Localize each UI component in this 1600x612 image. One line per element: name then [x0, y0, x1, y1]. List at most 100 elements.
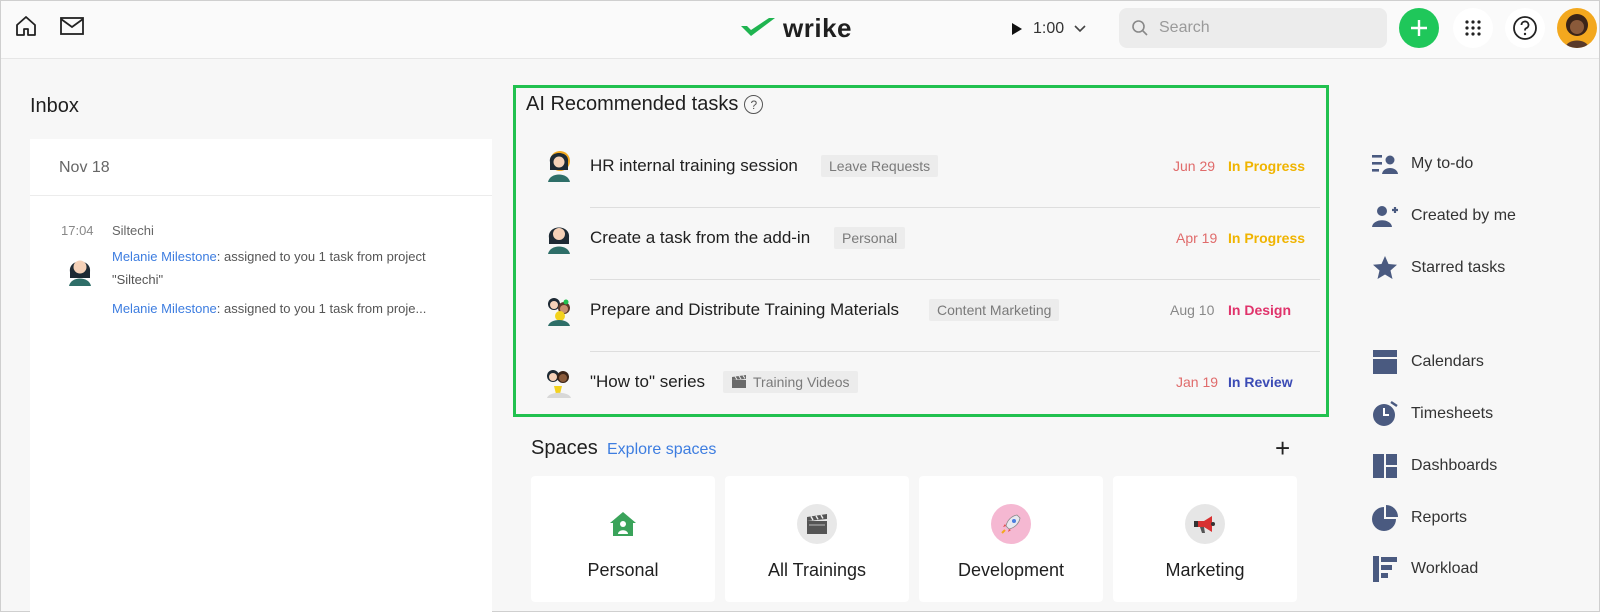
search-box[interactable]: [1119, 8, 1387, 48]
nav-label: Timesheets: [1411, 405, 1494, 422]
task-project-tag[interactable]: Training Videos: [723, 371, 858, 393]
top-bar: wrike 1:00: [1, 1, 1599, 59]
avatar-icon: [1565, 14, 1589, 48]
clapperboard-icon: [797, 504, 837, 544]
space-card-development[interactable]: Development: [919, 476, 1103, 602]
message-author-link[interactable]: Melanie Milestone: [112, 249, 217, 264]
question-icon[interactable]: ?: [744, 95, 764, 114]
person-avatar-icon: [69, 260, 91, 286]
spaces-title: Spaces: [531, 437, 598, 459]
wrike-check-icon: [741, 18, 775, 36]
task-name[interactable]: Create a task from the add-in: [590, 228, 810, 248]
task-project-label: Leave Requests: [829, 158, 931, 174]
person-avatar-icon: [548, 151, 570, 182]
home-icon[interactable]: [13, 13, 39, 39]
play-icon[interactable]: [1011, 22, 1023, 36]
logo-text: wrike: [783, 12, 852, 43]
message-line-2[interactable]: Melanie Milestone: assigned to you 1 tas…: [112, 297, 472, 320]
dashboard-icon: [1371, 452, 1399, 480]
help-button[interactable]: [1505, 8, 1545, 48]
task-status[interactable]: In Design: [1228, 302, 1291, 318]
nav-reports[interactable]: Reports: [1371, 503, 1467, 533]
message-time: 17:04: [61, 223, 94, 238]
inbox-date: Nov 18: [59, 159, 110, 176]
nav-timesheets[interactable]: Timesheets: [1371, 399, 1493, 429]
help-icon: [1513, 16, 1537, 40]
search-icon: [1132, 20, 1148, 36]
task-project-label: Training Videos: [753, 374, 850, 390]
inbox-title: Inbox: [30, 95, 79, 117]
search-input[interactable]: [1159, 19, 1369, 37]
user-avatar[interactable]: [1557, 8, 1597, 48]
wrike-logo[interactable]: wrike: [739, 13, 852, 43]
task-due-date: Jun 29: [1173, 158, 1216, 174]
explore-spaces-link[interactable]: Explore spaces: [607, 441, 716, 459]
apps-button[interactable]: [1453, 8, 1493, 48]
nav-label: Starred tasks: [1411, 259, 1506, 276]
nav-created-by-me[interactable]: Created by me: [1371, 201, 1516, 231]
assignee-avatar: [544, 364, 574, 398]
stopwatch-icon: [1371, 400, 1399, 428]
task-row[interactable]: "How to" series Training Videos Jan 19 I…: [544, 352, 1314, 424]
chevron-down-icon[interactable]: [1074, 25, 1086, 33]
task-name[interactable]: "How to" series: [590, 372, 705, 392]
task-status[interactable]: In Review: [1228, 374, 1293, 390]
space-label: Development: [957, 560, 1065, 580]
message-text: : assigned to you 1 task from project: [216, 249, 426, 264]
space-card-personal[interactable]: Personal: [531, 476, 715, 602]
task-status[interactable]: In Progress: [1228, 230, 1305, 246]
user-plus-icon: [1371, 202, 1399, 230]
task-project-label: Personal: [842, 230, 898, 246]
message-author-link[interactable]: Melanie Milestone: [112, 301, 217, 316]
group-avatar-icon: [548, 298, 570, 326]
space-label: Marketing: [1165, 560, 1245, 580]
task-row[interactable]: HR internal training session Leave Reque…: [544, 136, 1320, 208]
space-label: Personal: [587, 560, 659, 580]
message-text: : assigned to you 1 task from proje...: [216, 301, 427, 316]
divider: [30, 195, 492, 196]
timer-value: 1:00: [1033, 20, 1065, 37]
task-name[interactable]: Prepare and Distribute Training Material…: [590, 300, 899, 320]
task-row[interactable]: Create a task from the add-in Personal A…: [544, 208, 1320, 280]
timer[interactable]: 1:00: [1011, 17, 1086, 41]
nav-label: Reports: [1411, 509, 1468, 526]
task-project-tag[interactable]: Personal: [834, 227, 906, 249]
nav-dashboards[interactable]: Dashboards: [1371, 451, 1497, 481]
add-space-button[interactable]: +: [1275, 433, 1290, 464]
assignee-avatar: [544, 220, 574, 254]
message-project[interactable]: Siltechi: [112, 223, 154, 238]
nav-calendars[interactable]: Calendars: [1371, 347, 1484, 377]
space-card-all-trainings[interactable]: All Trainings: [725, 476, 909, 602]
message-line-1[interactable]: Melanie Milestone: assigned to you 1 tas…: [112, 245, 472, 291]
task-name[interactable]: HR internal training session: [590, 156, 798, 176]
task-project-tag[interactable]: Content Marketing: [929, 299, 1060, 321]
nav-starred-tasks[interactable]: Starred tasks: [1371, 253, 1505, 283]
mail-icon[interactable]: [59, 13, 85, 39]
grid-icon: [1465, 20, 1481, 36]
task-status[interactable]: In Progress: [1228, 158, 1305, 174]
clapperboard-icon: [732, 375, 746, 388]
add-button[interactable]: [1399, 8, 1439, 48]
ai-recommended-tasks-panel: AI Recommended tasks ? HR internal train…: [513, 85, 1329, 417]
rocket-icon: [991, 504, 1031, 544]
task-project-tag[interactable]: Leave Requests: [821, 155, 939, 177]
nav-label: Created by me: [1411, 207, 1516, 224]
person-avatar-icon: [548, 227, 570, 254]
space-label: All Trainings: [767, 560, 867, 580]
pie-chart-icon: [1371, 504, 1399, 532]
avatar: [63, 252, 97, 286]
nav-label: Calendars: [1411, 353, 1484, 370]
ai-tasks-title-text: AI Recommended tasks: [526, 93, 739, 115]
task-project-label: Content Marketing: [937, 302, 1052, 318]
megaphone-icon: [1185, 504, 1225, 544]
space-card-marketing[interactable]: Marketing: [1113, 476, 1297, 602]
house-icon: [603, 504, 643, 544]
nav-workload[interactable]: Workload: [1371, 554, 1478, 584]
nav-my-to-do[interactable]: My to-do: [1371, 149, 1473, 179]
task-due-date: Aug 10: [1170, 302, 1215, 318]
todo-list-icon: [1371, 150, 1399, 178]
task-row[interactable]: Prepare and Distribute Training Material…: [544, 280, 1320, 352]
star-icon: [1371, 254, 1399, 282]
workload-icon: [1371, 555, 1399, 583]
calendar-icon: [1371, 348, 1399, 376]
